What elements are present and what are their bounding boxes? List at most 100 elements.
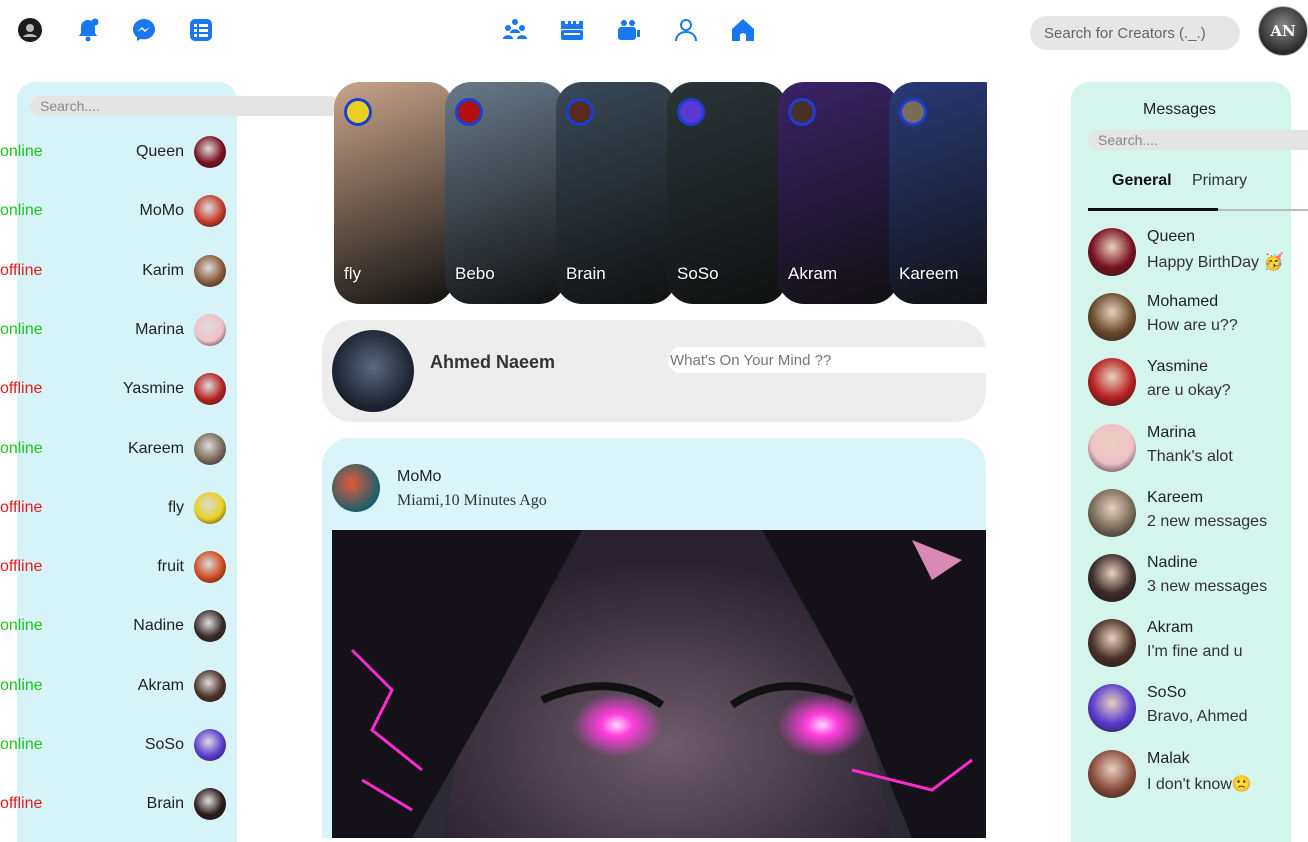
friend-status: online xyxy=(0,320,43,338)
list-icon[interactable] xyxy=(187,16,215,44)
composer-user-name: Ahmed Naeem xyxy=(430,352,556,372)
story-name: Kareem xyxy=(899,264,959,283)
message-sender: Kareem xyxy=(1147,488,1204,506)
story-name: fly xyxy=(344,264,361,283)
message-preview: I don't know🙁 xyxy=(1147,775,1252,793)
message-row[interactable]: Nadine 3 new messages xyxy=(1088,554,1298,608)
friend-row[interactable]: offline Karim xyxy=(0,253,230,289)
friend-status: online xyxy=(0,736,43,753)
feed-post: MoMo Miami,10 Minutes Ago xyxy=(322,438,986,838)
message-preview: How are u?? xyxy=(1147,317,1238,335)
friend-row[interactable]: online Kareem xyxy=(0,431,230,467)
message-avatar xyxy=(1088,228,1136,276)
friend-name: Marina xyxy=(135,320,184,338)
marketplace-icon[interactable] xyxy=(558,16,586,44)
whats-on-your-mind-input[interactable] xyxy=(668,347,986,373)
post-author-avatar[interactable] xyxy=(332,464,380,512)
story-avatar xyxy=(788,98,816,126)
friend-status: offline xyxy=(0,558,43,576)
story-card[interactable]: Brain xyxy=(556,82,676,304)
story-name: SoSo xyxy=(677,264,719,283)
story-avatar xyxy=(677,98,705,126)
message-avatar xyxy=(1088,423,1136,472)
post-author-name[interactable]: MoMo xyxy=(397,468,441,486)
friend-status: offline xyxy=(0,498,43,516)
message-sender: Yasmine xyxy=(1147,358,1209,376)
message-sender: Marina xyxy=(1147,423,1196,441)
friend-row[interactable]: online Marina xyxy=(0,312,230,348)
story-avatar xyxy=(566,98,594,126)
message-preview: 3 new messages xyxy=(1147,578,1268,595)
friends-search-input[interactable] xyxy=(30,96,340,116)
notifications-bell-icon[interactable] xyxy=(74,16,102,44)
friend-name: Queen xyxy=(135,143,184,160)
tab-general[interactable]: General xyxy=(1112,172,1172,190)
friend-status: online xyxy=(0,617,43,635)
friend-row[interactable]: online SoSo xyxy=(0,727,230,763)
post-composer: Ahmed Naeem xyxy=(322,320,986,422)
message-avatar xyxy=(1088,619,1136,668)
user-icon[interactable] xyxy=(16,16,44,44)
friend-status: online xyxy=(0,202,43,220)
message-row[interactable]: Malak I don't know🙁 xyxy=(1088,749,1298,804)
message-row[interactable]: Marina Thank's alot xyxy=(1088,423,1298,478)
friend-avatar xyxy=(194,551,226,584)
message-preview: I'm fine and u xyxy=(1147,643,1243,661)
home-icon[interactable] xyxy=(729,16,757,44)
friend-name: Brain xyxy=(146,795,184,813)
friend-name: fly xyxy=(168,498,184,516)
friend-avatar xyxy=(194,491,226,524)
friend-avatar xyxy=(194,788,226,821)
message-avatar xyxy=(1088,293,1136,342)
message-preview: 2 new messages xyxy=(1147,512,1268,530)
message-row[interactable]: Yasmine are u okay? xyxy=(1088,358,1298,412)
story-card[interactable]: SoSo xyxy=(667,82,787,304)
creator-search-input[interactable] xyxy=(1030,16,1240,50)
friend-row[interactable]: offline Brain xyxy=(0,786,230,822)
friend-row[interactable]: online Nadine xyxy=(0,608,230,644)
profile-icon[interactable] xyxy=(672,16,700,44)
message-sender: Nadine xyxy=(1147,554,1198,571)
story-card[interactable]: Kareem xyxy=(889,82,987,304)
groups-icon[interactable] xyxy=(501,16,529,44)
message-sender: Akram xyxy=(1147,619,1194,637)
friend-row[interactable]: offline fruit xyxy=(0,549,230,585)
friend-avatar xyxy=(194,136,226,168)
story-avatar xyxy=(899,98,927,126)
friend-avatar xyxy=(194,669,226,702)
friend-row[interactable]: offline Yasmine xyxy=(0,371,230,407)
story-card[interactable]: Bebo xyxy=(445,82,565,304)
message-avatar xyxy=(1088,358,1136,407)
story-name: Brain xyxy=(566,264,606,283)
profile-avatar[interactable]: AN xyxy=(1258,6,1308,56)
watch-icon[interactable] xyxy=(615,16,643,44)
message-row[interactable]: Kareem 2 new messages xyxy=(1088,488,1298,543)
message-sender: Malak xyxy=(1147,749,1190,767)
friend-status: offline xyxy=(0,261,43,279)
message-row[interactable]: Akram I'm fine and u xyxy=(1088,619,1298,673)
message-row[interactable]: Mohamed How are u?? xyxy=(1088,293,1298,347)
message-row[interactable]: Queen Happy BirthDay 🥳 xyxy=(1088,228,1298,282)
friend-avatar xyxy=(194,729,226,761)
friend-avatar xyxy=(194,373,226,406)
messenger-icon[interactable] xyxy=(130,16,158,44)
post-image[interactable] xyxy=(332,530,986,838)
message-preview: Bravo, Ahmed xyxy=(1147,708,1248,726)
friend-row[interactable]: offline fly xyxy=(0,490,230,526)
message-row[interactable]: SoSo Bravo, Ahmed xyxy=(1088,684,1298,738)
friend-row[interactable]: online MoMo xyxy=(0,193,230,229)
message-avatar xyxy=(1088,488,1136,537)
messages-title: Messages xyxy=(1143,101,1216,118)
friend-name: fruit xyxy=(157,558,184,576)
friend-row[interactable]: online Akram xyxy=(0,668,230,704)
story-card[interactable]: fly xyxy=(334,82,454,304)
friend-name: Nadine xyxy=(133,617,184,635)
story-avatar xyxy=(455,98,483,126)
friend-row[interactable]: online Queen xyxy=(0,134,230,170)
story-name: Akram xyxy=(788,264,838,283)
story-card[interactable]: Akram xyxy=(778,82,898,304)
active-tab-indicator xyxy=(1088,208,1218,211)
tab-primary[interactable]: Primary xyxy=(1192,172,1247,190)
composer-avatar xyxy=(332,330,414,412)
messages-search-input[interactable] xyxy=(1088,130,1308,150)
